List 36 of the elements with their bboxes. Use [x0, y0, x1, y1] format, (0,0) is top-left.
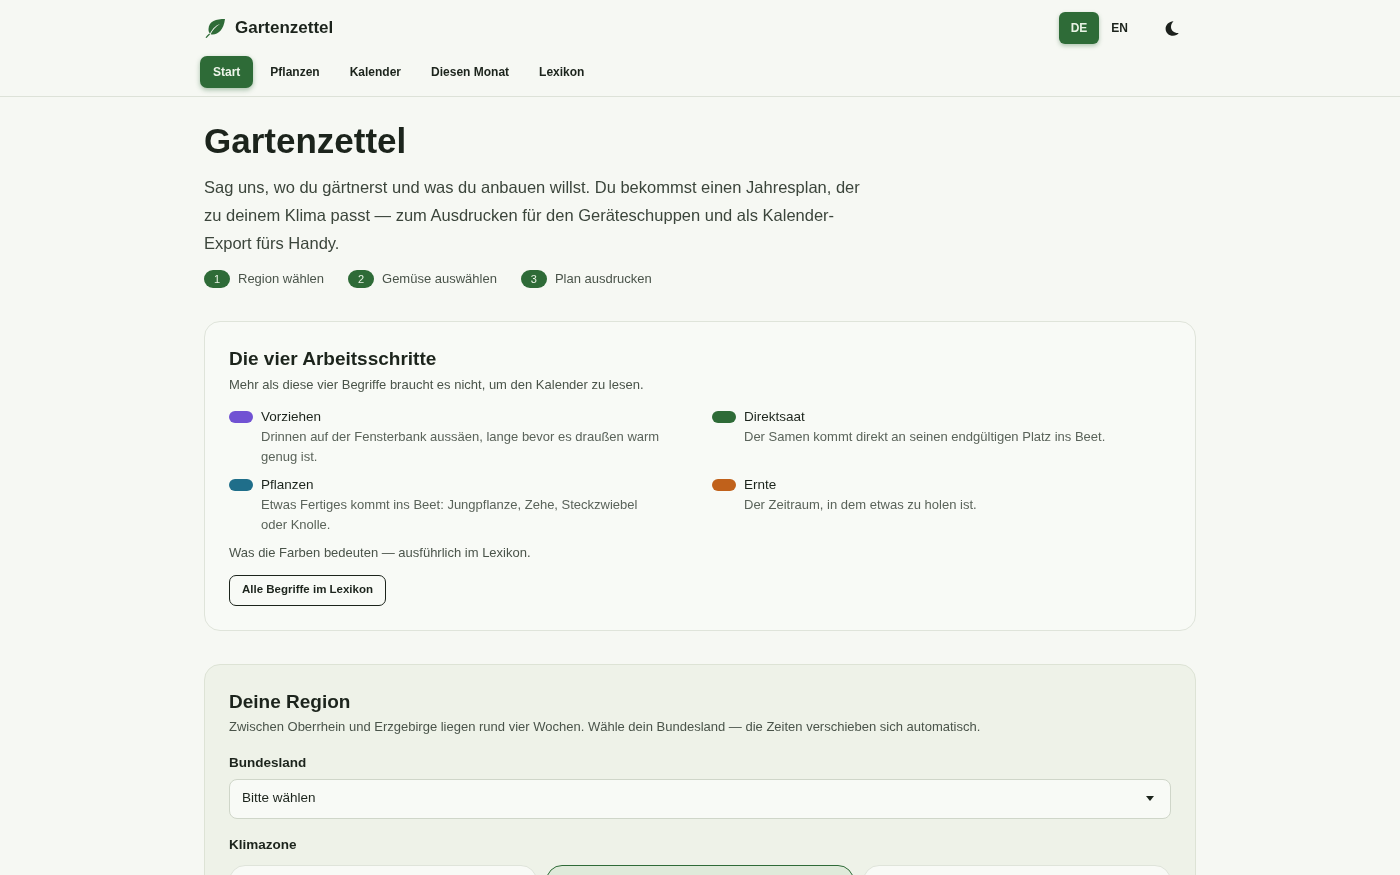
step-number: 2 — [348, 269, 374, 288]
legend-description: Der Zeitraum, in dem etwas zu holen ist. — [744, 495, 977, 514]
moon-icon — [1165, 20, 1179, 36]
legend-note: Was die Farben bedeuten — ausführlich im Lexikon. — [229, 543, 532, 562]
legend-subtitle: Mehr als diese vier Begriffe braucht es nicht, um den Kalender zu lesen. — [229, 375, 645, 394]
legend-label: Direktsaat — [744, 407, 806, 426]
legend-description: Der Samen kommt direkt an seinen endgültigen Platz ins Beet. — [744, 427, 1106, 446]
step-label: Region wählen — [238, 270, 324, 288]
nav-tab[interactable]: Start — [200, 56, 254, 88]
step-number: 1 — [204, 269, 230, 288]
legend-title: Die vier Arbeitsschritte — [229, 346, 438, 371]
nav-tab[interactable]: Lexikon — [526, 56, 598, 88]
nav-tab[interactable]: Kalender — [336, 56, 415, 88]
intro-text: Sag uns, wo du gärtnerst und was du anbauen willst. Du bekommst einen Jahresplan, der zu deinem Klima passt — zum Ausdrucken für den Geräteschuppen und als Kalender-Export fürs Handy. — [204, 177, 861, 254]
state-select[interactable]: Bitte wählen — [229, 778, 1171, 819]
state-field-label: Bundesland — [229, 753, 307, 772]
page-title: Gartenzettel — [204, 120, 408, 162]
legend-label: Pflanzen — [261, 475, 315, 494]
legend-description: Etwas Fertiges kommt ins Beet: Jungpflanze, Zehe, Steckzwiebel oder Knolle. — [261, 495, 639, 534]
climate-zone-label: Klimazone — [229, 835, 297, 854]
nav-tab[interactable]: Pflanzen — [257, 56, 333, 88]
legend-label: Vorziehen — [261, 407, 323, 426]
region-title: Deine Region — [229, 689, 352, 714]
language-button[interactable]: DE — [1058, 12, 1100, 44]
leaf-icon — [204, 18, 226, 38]
step-number: 3 — [520, 269, 547, 288]
nav-tab[interactable]: Diesen Monat — [418, 56, 523, 88]
region-subtitle: Zwischen Oberrhein und Erzgebirge liegen rund vier Wochen. Wähle dein Bundesland — die Zeiten verschieben sich automatisch. — [229, 717, 982, 736]
step-label: Plan ausdrucken — [554, 270, 652, 288]
legend-description: Drinnen auf der Fensterbank aussäen, lange bevor es draußen warm genug ist. — [261, 427, 661, 466]
language-button[interactable]: EN — [1099, 12, 1140, 44]
step-label: Gemüse auswählen — [382, 270, 497, 288]
caret-icon — [1146, 796, 1154, 801]
legend-label: Ernte — [744, 475, 778, 494]
lexikon-button[interactable]: Alle Begriffe im Lexikon — [229, 574, 386, 606]
brand-name[interactable]: Gartenzettel — [235, 15, 334, 41]
